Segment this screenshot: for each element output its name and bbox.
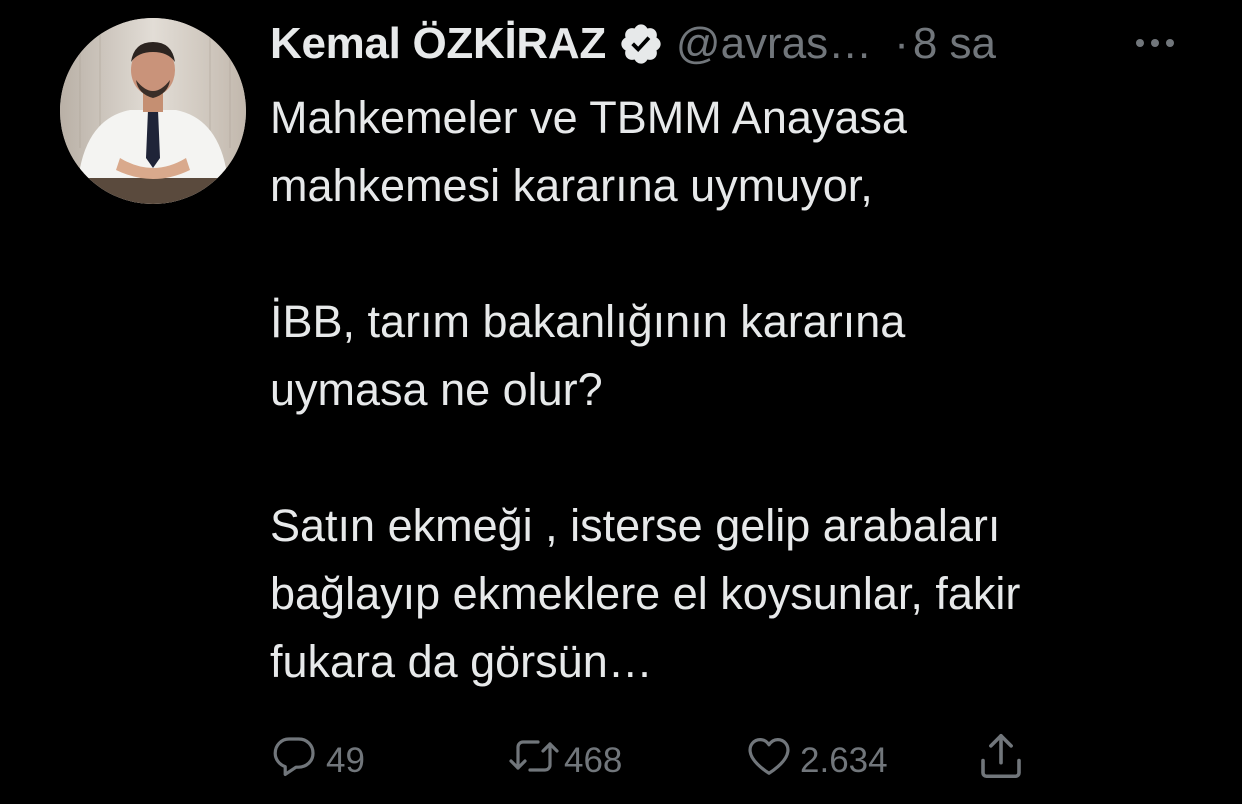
tweet-line: fukara da görsün… [270, 636, 653, 687]
heart-icon [744, 732, 794, 780]
author-display-name[interactable]: Kemal ÖZKİRAZ [270, 19, 606, 69]
tweet-line: Mahkemeler ve TBMM Anayasa [270, 92, 907, 143]
share-icon [974, 728, 1028, 784]
retweet-button[interactable]: 468 [506, 726, 622, 786]
tweet[interactable]: Kemal ÖZKİRAZ @avras… · 8 sa Mahkemeler … [0, 0, 1242, 804]
tweet-line: mahkemesi kararına uymuyor, [270, 160, 873, 211]
like-button[interactable]: 2.634 [744, 726, 888, 786]
reply-count: 49 [326, 741, 365, 780]
tweet-actions: 49 468 2.634 [270, 726, 1070, 786]
reply-icon [270, 732, 318, 780]
like-count: 2.634 [800, 741, 888, 780]
tweet-line: bağlayıp ekmeklere el koysunlar, fakir [270, 568, 1021, 619]
verified-badge-icon [618, 21, 664, 67]
tweet-line: İBB, tarım bakanlığının kararına [270, 296, 906, 347]
avatar[interactable] [60, 18, 246, 204]
tweet-paragraph: Satın ekmeği , isterse gelip arabaları b… [270, 492, 1210, 696]
tweet-line: Satın ekmeği , isterse gelip arabaları [270, 500, 1001, 551]
header-separator: · [894, 19, 909, 68]
tweet-timestamp[interactable]: 8 sa [913, 19, 996, 69]
retweet-icon [506, 732, 562, 780]
author-handle[interactable]: @avras… [676, 19, 872, 69]
tweet-paragraph: Mahkemeler ve TBMM Anayasa mahkemesi kar… [270, 84, 1210, 220]
tweet-line: uymasa ne olur? [270, 364, 603, 415]
retweet-count: 468 [564, 741, 623, 780]
more-horizontal-icon[interactable] [1130, 28, 1180, 58]
tweet-text: Mahkemeler ve TBMM Anayasa mahkemesi kar… [270, 84, 1210, 696]
reply-button[interactable]: 49 [270, 726, 365, 786]
tweet-header: Kemal ÖZKİRAZ @avras… · 8 sa [270, 14, 996, 74]
tweet-paragraph: İBB, tarım bakanlığının kararına uymasa … [270, 288, 1210, 424]
share-button[interactable] [974, 726, 1028, 786]
